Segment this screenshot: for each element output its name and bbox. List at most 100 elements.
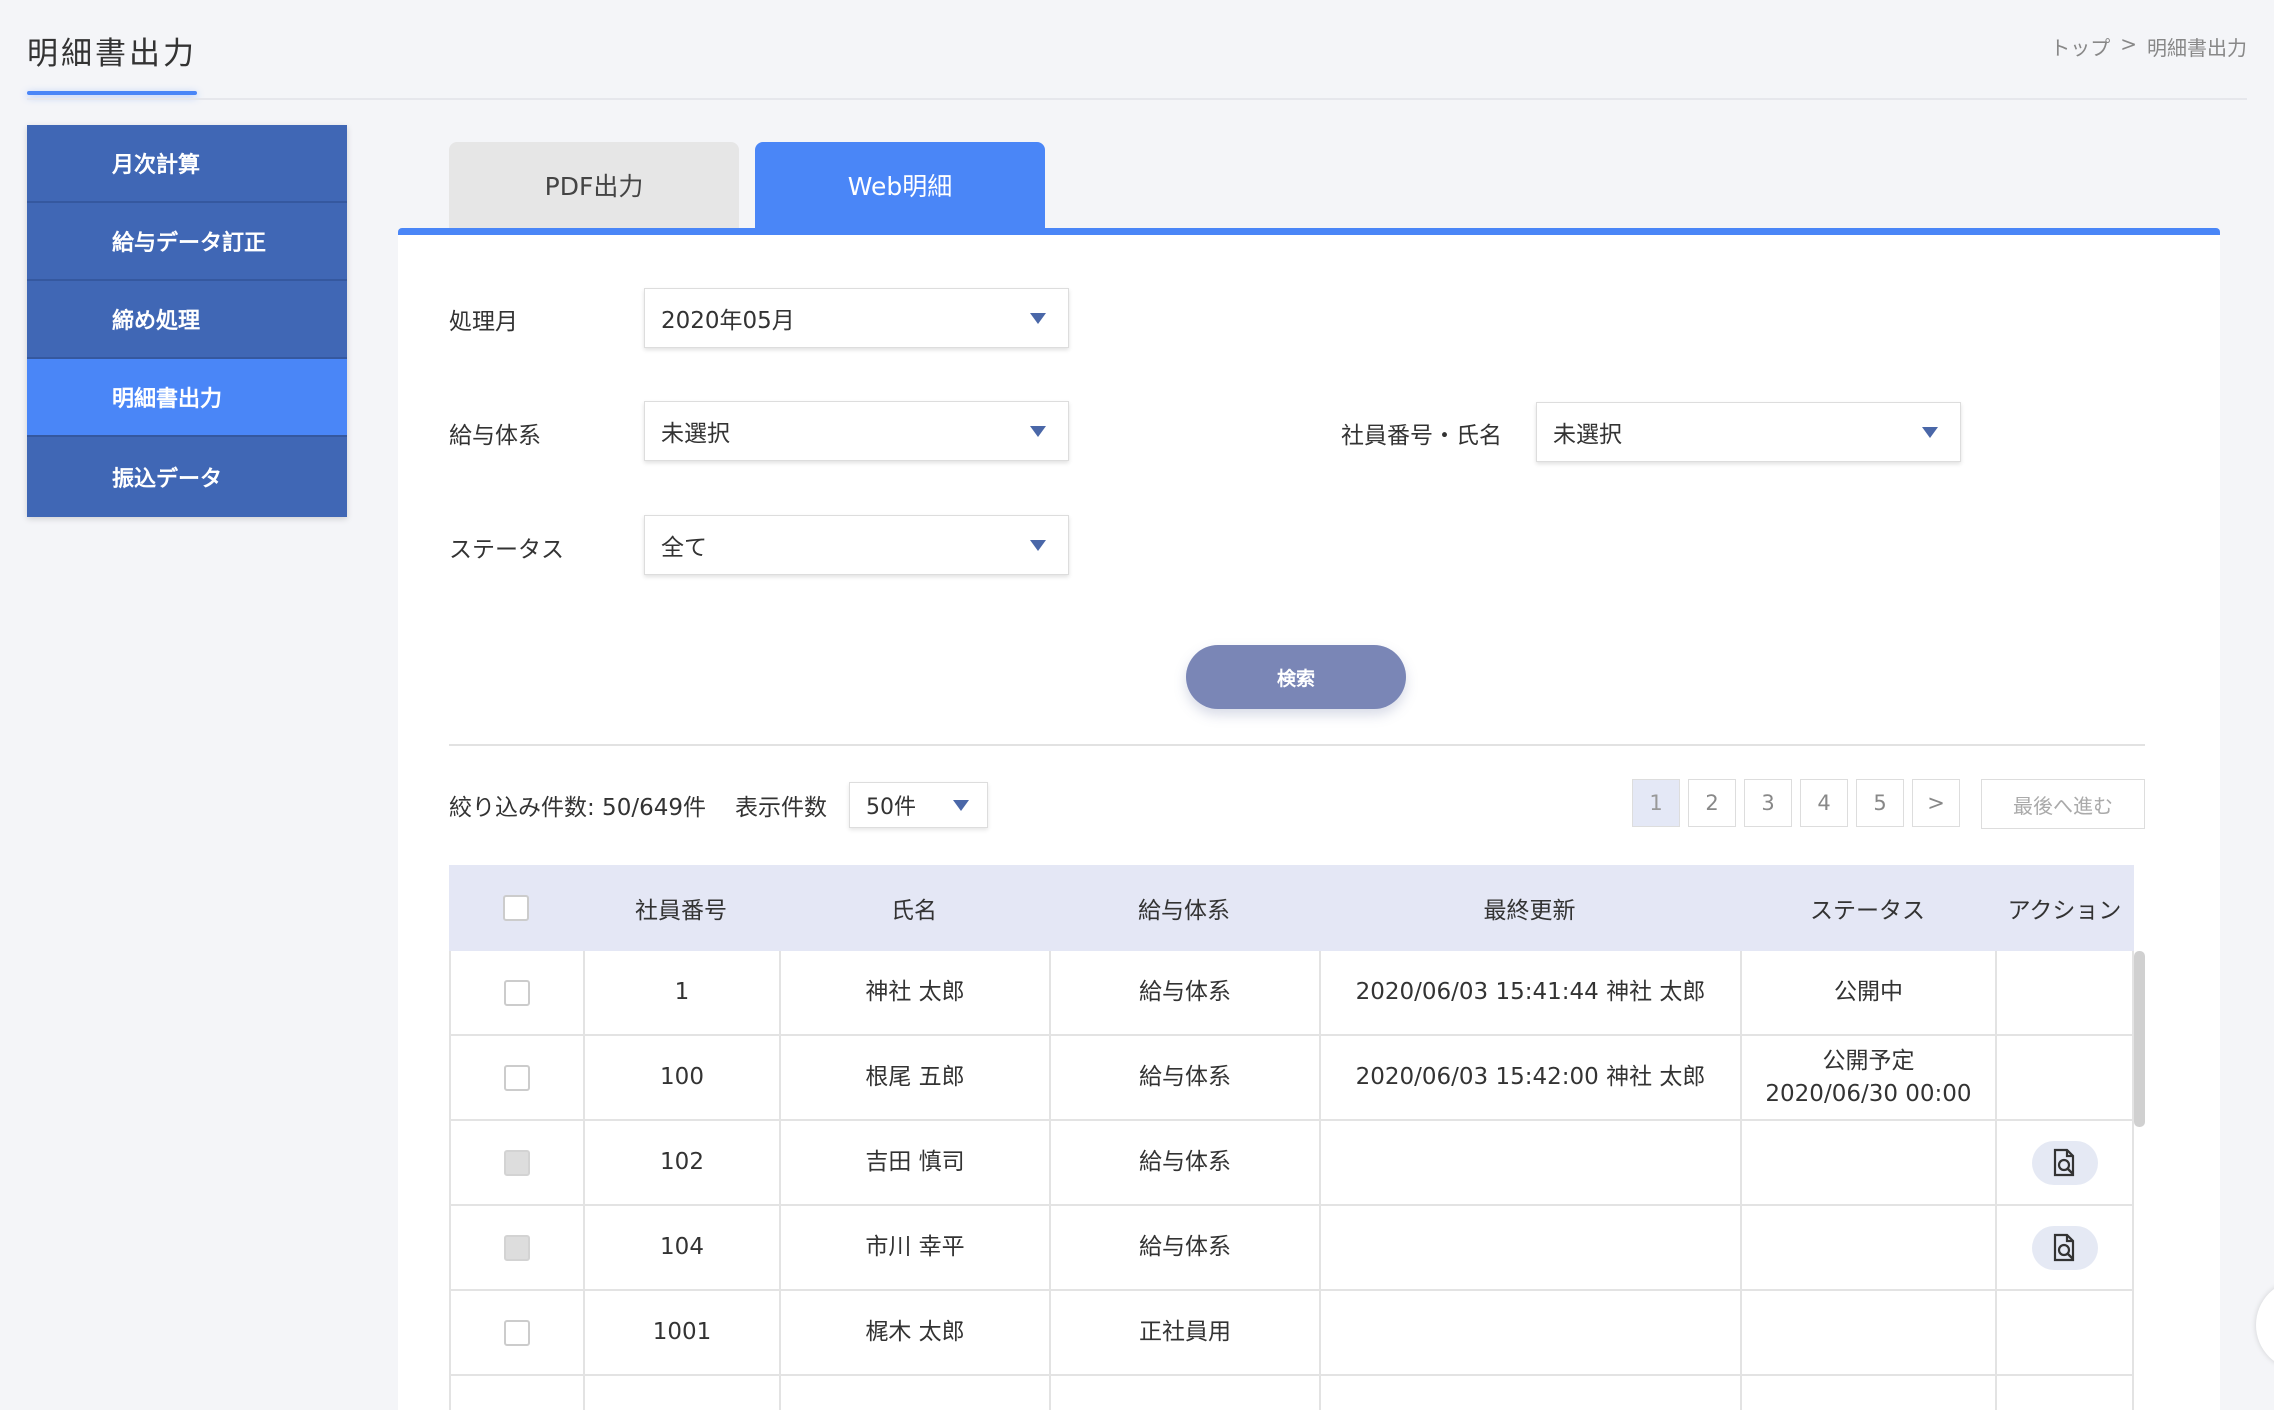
cell-status (1740, 1206, 1995, 1289)
month-select[interactable]: 2020年05月 (644, 288, 1069, 348)
row-checkbox-cell (449, 1291, 583, 1374)
chevron-down-icon (1030, 540, 1046, 551)
page-button-2[interactable]: 2 (1688, 779, 1736, 827)
preview-button[interactable] (2031, 1140, 2098, 1185)
cell-action (1995, 1376, 2134, 1410)
cell-salary-system: 給与体系 (1049, 1121, 1319, 1204)
per-page-select[interactable]: 50件 (849, 782, 988, 828)
cell-salary-system: 給与体系 (1049, 1206, 1319, 1289)
chevron-down-icon (1030, 313, 1046, 324)
per-page-label: 表示件数 (735, 795, 827, 821)
pagination: 1 2 3 4 5 > (1632, 779, 1968, 827)
sidebar-item-statement-output[interactable]: 明細書出力 (27, 359, 347, 437)
page-button-4[interactable]: 4 (1800, 779, 1848, 827)
status-schedule-date: 2020/06/30 00:00 (1765, 1080, 1972, 1107)
employee-select-value: 未選択 (1553, 422, 1622, 448)
month-select-value: 2020年05月 (661, 308, 795, 334)
sidebar-item-salary-correction[interactable]: 給与データ訂正 (27, 203, 347, 281)
chevron-down-icon (953, 800, 969, 811)
cell-name: 神社 太郎 (779, 951, 1049, 1034)
breadcrumb-separator: > (2120, 32, 2137, 56)
table-row[interactable]: 100 根尾 五郎 給与体系 2020/06/03 15:42:00 神社 太郎… (449, 1036, 2134, 1121)
status-select[interactable]: 全て (644, 515, 1069, 575)
cell-employee-id (583, 1376, 779, 1410)
page-button-3[interactable]: 3 (1744, 779, 1792, 827)
cell-employee-id: 102 (583, 1121, 779, 1204)
row-checkbox[interactable] (504, 979, 530, 1006)
status-text: 公開予定 (1822, 1047, 1915, 1074)
table-row-partial (449, 1376, 2134, 1410)
sidebar-item-closing[interactable]: 締め処理 (27, 281, 347, 359)
app-window: 明細書出力 トップ > 明細書出力 月次計算 給与データ訂正 締め処理 明細書出… (0, 0, 2274, 1410)
tab-bar (398, 228, 2220, 235)
select-all-cell (449, 895, 583, 921)
salary-system-select-value: 未選択 (661, 421, 730, 447)
preview-button[interactable] (2031, 1225, 2098, 1270)
cell-action (1995, 951, 2134, 1034)
next-page-button[interactable]: > (1912, 779, 1960, 827)
tab-web-statement[interactable]: Web明細 (755, 142, 1045, 228)
cell-status: 公開中 (1740, 951, 1995, 1034)
header-action: アクション (2007, 898, 2122, 924)
cell-salary-system: 給与体系 (1049, 1036, 1319, 1119)
salary-system-label: 給与体系 (449, 423, 541, 449)
floating-button[interactable] (2256, 1280, 2274, 1370)
document-search-icon (2053, 1233, 2074, 1261)
sidebar-item-monthly-calc[interactable]: 月次計算 (27, 125, 347, 203)
employee-label: 社員番号・氏名 (1341, 423, 1502, 449)
header-status: ステータス (1810, 898, 1925, 924)
cell-name: 梶木 太郎 (779, 1291, 1049, 1374)
header-salary-system: 給与体系 (1138, 898, 1230, 924)
cell-last-updated (1319, 1206, 1740, 1289)
row-checkbox[interactable] (504, 1064, 530, 1091)
table-scrollbar[interactable] (2134, 951, 2145, 1127)
row-checkbox-cell (449, 1206, 583, 1289)
table-row[interactable]: 1 神社 太郎 給与体系 2020/06/03 15:41:44 神社 太郎 公… (449, 951, 2134, 1036)
cell-last-updated (1319, 1121, 1740, 1204)
cell-status (1740, 1121, 1995, 1204)
breadcrumb-top-link[interactable]: トップ (2050, 32, 2110, 61)
select-all-checkbox[interactable] (503, 895, 529, 921)
table-body: 1 神社 太郎 給与体系 2020/06/03 15:41:44 神社 太郎 公… (449, 951, 2134, 1410)
table-header: 社員番号 氏名 給与体系 最終更新 ステータス アクション (449, 865, 2134, 951)
row-checkbox-cell (449, 1036, 583, 1119)
header-employee-id: 社員番号 (635, 898, 727, 924)
row-checkbox[interactable] (504, 1319, 530, 1346)
header-divider (27, 98, 2247, 100)
search-button[interactable]: 検索 (1186, 645, 1406, 709)
cell-employee-id: 1001 (583, 1291, 779, 1374)
row-checkbox-cell (449, 1121, 583, 1204)
cell-last-updated: 2020/06/03 15:41:44 神社 太郎 (1319, 951, 1740, 1034)
table-row[interactable]: 102 吉田 慎司 給与体系 (449, 1121, 2134, 1206)
page-button-1[interactable]: 1 (1632, 779, 1680, 827)
last-page-button[interactable]: 最後へ進む (1981, 779, 2145, 829)
salary-system-select[interactable]: 未選択 (644, 401, 1069, 461)
breadcrumb-current: 明細書出力 (2147, 36, 2247, 60)
header-last-updated: 最終更新 (1483, 898, 1576, 924)
title-underline (27, 91, 197, 95)
table-row[interactable]: 104 市川 幸平 給与体系 (449, 1206, 2134, 1291)
row-checkbox[interactable] (504, 1234, 530, 1261)
row-checkbox[interactable] (504, 1149, 530, 1176)
tab-pdf-output[interactable]: PDF出力 (449, 142, 739, 228)
cell-last-updated (1319, 1291, 1740, 1374)
table-row[interactable]: 1001 梶木 太郎 正社員用 (449, 1291, 2134, 1376)
document-search-icon (2053, 1148, 2074, 1176)
cell-last-updated: 2020/06/03 15:42:00 神社 太郎 (1319, 1036, 1740, 1119)
employee-select[interactable]: 未選択 (1536, 402, 1961, 462)
status-label: ステータス (449, 537, 564, 563)
row-checkbox-cell (449, 1376, 583, 1410)
sidebar-item-transfer-data[interactable]: 振込データ (27, 437, 347, 517)
month-label: 処理月 (449, 309, 518, 335)
cell-action (1995, 1121, 2134, 1204)
result-count: 絞り込み件数: 50/649件 (449, 795, 706, 821)
cell-status: 公開予定 2020/06/30 00:00 (1740, 1036, 1995, 1119)
cell-name: 市川 幸平 (779, 1206, 1049, 1289)
cell-status (1740, 1376, 1995, 1410)
cell-status (1740, 1291, 1995, 1374)
cell-name: 根尾 五郎 (779, 1036, 1049, 1119)
sidebar: 月次計算 給与データ訂正 締め処理 明細書出力 振込データ (27, 125, 347, 517)
page-button-5[interactable]: 5 (1856, 779, 1904, 827)
breadcrumb: トップ > 明細書出力 (2050, 32, 2247, 61)
cell-employee-id: 1 (583, 951, 779, 1034)
